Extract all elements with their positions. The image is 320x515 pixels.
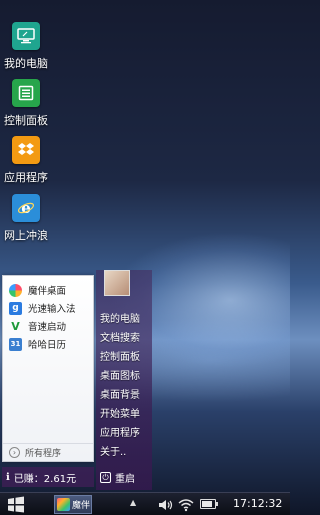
battery-icon[interactable]	[200, 499, 218, 509]
all-programs-button[interactable]: › 所有程序	[3, 443, 93, 461]
windows-start-icon[interactable]	[6, 496, 26, 513]
dropbox-icon	[12, 136, 40, 164]
restart-label: 重启	[115, 473, 135, 485]
taskbar-app-label: 魔伴	[72, 501, 91, 511]
desktop-icon-label: 应用程序	[4, 171, 48, 184]
menu-item-label: 哈哈日历	[28, 340, 67, 351]
battery-level-fill	[202, 501, 212, 507]
v-launch-icon: V	[11, 319, 20, 333]
link-applications[interactable]: 应用程序	[100, 424, 140, 443]
link-about[interactable]: 关于..	[100, 443, 140, 462]
menu-item-desktop[interactable]: 魔伴桌面	[3, 282, 93, 298]
computer-icon	[12, 22, 40, 50]
restart-button[interactable]: ⏻ 重启	[96, 467, 152, 487]
desktop-icon-label: 网上冲浪	[4, 229, 48, 242]
control-panel-icon	[12, 79, 40, 107]
menu-item-label: 魔伴桌面	[28, 286, 67, 297]
start-menu-programs-panel: 魔伴桌面 g 光速输入法 V 音速启动 31 哈哈日历 › 所有程序	[2, 275, 94, 462]
battery-nub	[216, 502, 218, 506]
link-my-computer[interactable]: 我的电脑	[100, 310, 140, 329]
menu-item-calendar[interactable]: 31 哈哈日历	[3, 336, 93, 352]
earnings-display: ℹ 已赚：2.61元	[2, 467, 94, 487]
menu-item-quick-launch[interactable]: V 音速启动	[3, 318, 93, 334]
calendar-icon: 31	[9, 337, 22, 351]
desktop-icon-internet[interactable]: e 网上冲浪	[0, 194, 52, 243]
moban-app-icon	[57, 498, 70, 511]
start-menu-link-list: 我的电脑 文档搜索 控制面板 桌面图标 桌面背景 开始菜单 应用程序 关于..	[100, 310, 140, 462]
desktop-icon-label: 我的电脑	[4, 57, 48, 70]
desktop-icon-my-computer[interactable]: 我的电脑	[0, 22, 52, 71]
power-icon: ⏻	[100, 471, 111, 483]
taskbar: 魔伴 ▲ 17:12:32	[0, 492, 290, 515]
start-menu-links-panel: 我的电脑 文档搜索 控制面板 桌面图标 桌面背景 开始菜单 应用程序 关于..	[96, 270, 152, 490]
ie-browser-icon: e	[12, 194, 40, 222]
user-avatar[interactable]	[104, 270, 130, 296]
all-programs-label: 所有程序	[25, 449, 62, 459]
pinwheel-icon	[9, 283, 22, 297]
taskbar-clock[interactable]: 17:12:32	[233, 497, 282, 510]
earnings-label: 已赚：2.61元	[13, 473, 77, 485]
info-icon: ℹ	[6, 471, 10, 483]
speaker-icon[interactable]	[158, 497, 174, 515]
menu-item-label: 音速启动	[28, 322, 67, 333]
link-desktop-icons[interactable]: 桌面图标	[100, 367, 140, 386]
taskbar-app-moban[interactable]: 魔伴	[54, 495, 92, 514]
svg-text:e: e	[21, 199, 31, 217]
wifi-icon[interactable]	[178, 497, 194, 515]
link-document-search[interactable]: 文档搜索	[100, 329, 140, 348]
tray-expand-icon[interactable]: ▲	[130, 498, 136, 507]
desktop-icon-control-panel[interactable]: 控制面板	[0, 79, 52, 128]
menu-item-label: 光速输入法	[28, 304, 76, 315]
desktop-icon-applications[interactable]: 应用程序	[0, 136, 52, 185]
menu-item-input-method[interactable]: g 光速输入法	[3, 300, 93, 316]
link-control-panel[interactable]: 控制面板	[100, 348, 140, 367]
keyboard-g-icon: g	[9, 301, 22, 315]
arrow-right-icon: ›	[9, 447, 20, 458]
link-start-menu[interactable]: 开始菜单	[100, 405, 140, 424]
desktop-icon-label: 控制面板	[4, 114, 48, 127]
link-desktop-background[interactable]: 桌面背景	[100, 386, 140, 405]
start-menu: 魔伴桌面 g 光速输入法 V 音速启动 31 哈哈日历 › 所有程序 我的电脑 …	[2, 270, 152, 490]
